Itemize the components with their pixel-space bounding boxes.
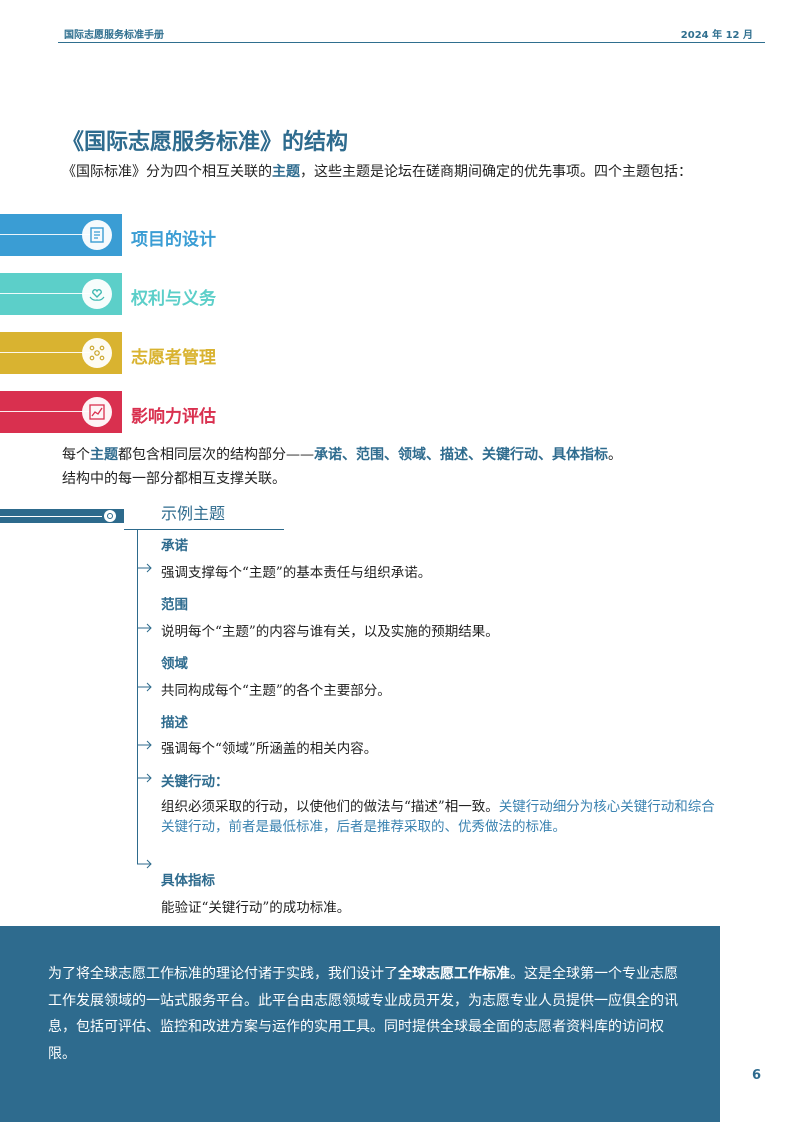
intro-text-before: 《国际标准》分为四个相互关联的 xyxy=(62,164,272,180)
section-heading-key-actions: 关键行动： xyxy=(161,774,229,790)
design-icon xyxy=(82,220,112,250)
example-icon xyxy=(104,510,116,522)
arrow-icon xyxy=(137,682,152,692)
theme-label-rights: 权利与义务 xyxy=(131,289,216,309)
theme-label-impact: 影响力评估 xyxy=(131,407,216,427)
section-text-domain: 共同构成每个“主题”的各个主要部分。 xyxy=(161,683,391,699)
section-text-scope: 说明每个“主题”的内容与谁有关，以及实施的预期结果。 xyxy=(161,624,499,640)
section-text-description: 强调每个“领域”所涵盖的相关内容。 xyxy=(161,741,378,757)
tree-connector xyxy=(137,530,138,864)
people-network-icon xyxy=(82,338,112,368)
arrow-icon xyxy=(137,563,152,573)
structure-line2: 结构中的每一部分都相互支撑关联。 xyxy=(62,471,286,487)
example-bar xyxy=(0,509,124,523)
theme-label-management: 志愿者管理 xyxy=(131,348,216,368)
arrow-icon xyxy=(137,773,152,783)
bar-rule xyxy=(0,516,102,517)
section-heading-domain: 领域 xyxy=(161,656,188,672)
running-header-title: 国际志愿服务标准手册 xyxy=(64,30,164,41)
section-heading-indicators: 具体指标 xyxy=(161,873,215,889)
theme-bar-rights xyxy=(0,273,122,315)
arrow-icon xyxy=(137,740,152,750)
footer-text-before: 为了将全球志愿工作标准的理论付诸于实践，我们设计了 xyxy=(48,966,398,982)
structure-end: 。 xyxy=(608,447,622,463)
hands-heart-icon xyxy=(82,279,112,309)
theme-bar-management xyxy=(0,332,122,374)
theme-bar-design xyxy=(0,214,122,256)
page-title: 《国际志愿服务标准》的结构 xyxy=(62,130,349,155)
section-heading-scope: 范围 xyxy=(161,597,188,613)
section-text-commitment: 强调支撑每个“主题”的基本责任与组织承诺。 xyxy=(161,565,432,581)
arrow-icon xyxy=(137,623,152,633)
chart-assessment-icon xyxy=(82,397,112,427)
section-text-indicators: 能验证“关键行动”的成功标准。 xyxy=(161,900,351,916)
intro-text-after: ，这些主题是论坛在磋商期间确定的优先事项。四个主题包括： xyxy=(300,164,692,180)
bar-rule xyxy=(0,411,90,412)
bar-rule xyxy=(0,234,90,235)
bar-rule xyxy=(0,352,90,353)
running-header-date: 2024 年 12 月 xyxy=(680,30,753,41)
structure-paragraph: 每个主题都包含相同层次的结构部分——承诺、范围、领域、描述、关键行动、具体指标。… xyxy=(62,443,722,491)
section-text-key-actions: 组织必须采取的行动，以使他们的做法与“描述”相一致。关键行动细分为核心关键行动和… xyxy=(161,797,721,837)
footer-callout-text: 为了将全球志愿工作标准的理论付诸于实践，我们设计了全球志愿工作标准。这是全球第一… xyxy=(48,961,688,1067)
intro-paragraph: 《国际标准》分为四个相互关联的主题，这些主题是论坛在磋商期间确定的优先事项。四个… xyxy=(62,160,722,184)
section-heading-description: 描述 xyxy=(161,715,188,731)
header-divider xyxy=(58,42,765,43)
structure-highlight-theme: 主题 xyxy=(90,447,118,463)
theme-label-design: 项目的设计 xyxy=(131,230,216,250)
footer-bold: 全球志愿工作标准 xyxy=(398,966,510,982)
example-underline xyxy=(124,529,284,530)
intro-highlight: 主题 xyxy=(272,164,300,180)
section-heading-commitment: 承诺 xyxy=(161,538,188,554)
arrow-icon xyxy=(137,859,152,869)
structure-middle: 都包含相同层次的结构部分—— xyxy=(118,447,314,463)
structure-prefix: 每个 xyxy=(62,447,90,463)
key-actions-text: 组织必须采取的行动，以使他们的做法与“描述”相一致。 xyxy=(161,799,499,815)
theme-bar-impact xyxy=(0,391,122,433)
example-title: 示例主题 xyxy=(161,504,226,523)
bar-rule xyxy=(0,293,90,294)
page-number: 6 xyxy=(752,1068,762,1083)
structure-highlight-parts: 承诺、范围、领域、描述、关键行动、具体指标 xyxy=(314,447,608,463)
